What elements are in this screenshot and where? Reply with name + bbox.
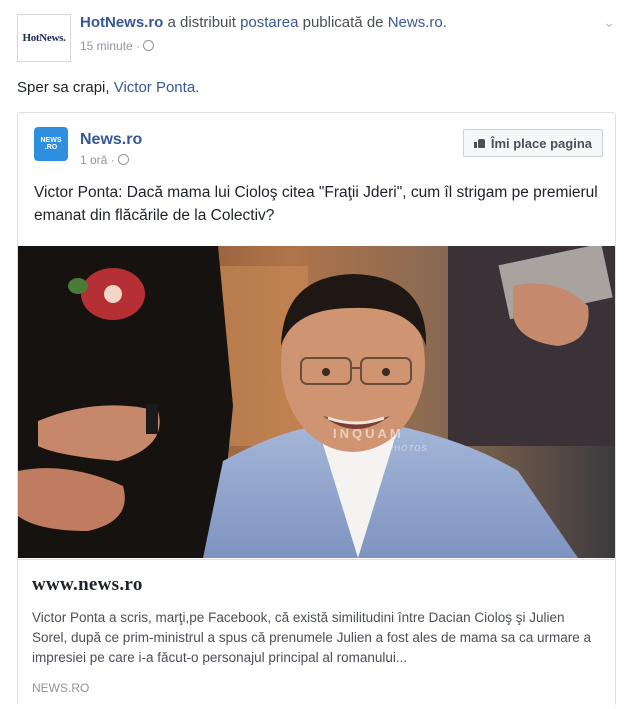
feed-post: HotNews. HotNews.ro a distribuit postare… (0, 0, 627, 709)
news-avatar[interactable]: NEWS .RO (34, 127, 68, 161)
like-page-label: Îmi place pagina (490, 135, 592, 151)
link-title[interactable]: www.news.ro (32, 574, 143, 596)
sharer-avatar-logo: HotNews. (22, 32, 66, 44)
page-name-link[interactable]: News.ro (80, 131, 142, 149)
link-domain: NEWS.RO (32, 681, 90, 695)
photo-illustration (18, 246, 615, 558)
thumbs-up-icon (473, 138, 485, 148)
post-timestamp[interactable]: 15 minute · (80, 39, 155, 53)
link-description: Victor Ponta a scris, marţi,pe Facebook,… (32, 610, 592, 665)
post-link[interactable]: postarea (240, 14, 298, 31)
link-preview[interactable]: www.news.ro Victor Ponta a scris, marţi,… (18, 559, 615, 706)
shared-post-text: Victor Ponta: Dacă mama lui Cioloş citea… (34, 184, 598, 224)
source-page-link[interactable]: News.ro. (388, 14, 447, 31)
post-header: HotNews.ro a distribuit postarea publica… (80, 14, 447, 31)
sharer-name-link[interactable]: HotNews.ro (80, 14, 163, 31)
action-text: a distribuit (167, 14, 236, 31)
mention-link[interactable]: Victor Ponta. (114, 79, 200, 96)
action-text-2: publicată de (302, 14, 384, 31)
sharer-avatar[interactable]: HotNews. (17, 14, 71, 62)
post-time-text: 15 minute (80, 39, 133, 53)
shared-time-text: 1 oră (80, 153, 108, 167)
photo-watermark-sub: PHOTOS (388, 444, 428, 453)
like-page-button[interactable]: Îmi place pagina (462, 129, 603, 157)
post-photo[interactable]: INQUAM PHOTOS (18, 246, 615, 558)
news-avatar-line1: NEWS (40, 137, 62, 144)
chevron-down-icon[interactable]: ⌄ (603, 14, 615, 31)
globe-icon (143, 40, 155, 51)
shared-post-timestamp[interactable]: 1 oră · (80, 153, 129, 167)
globe-icon (117, 154, 129, 165)
photo-watermark: INQUAM (333, 426, 404, 441)
status-text: Sper sa crapi, Victor Ponta. (17, 79, 199, 96)
news-avatar-line2: .RO (44, 144, 58, 151)
status-message: Sper sa crapi, (17, 79, 110, 96)
shared-post-card: NEWS .RO News.ro 1 oră · Îmi place pagin… (17, 112, 616, 706)
